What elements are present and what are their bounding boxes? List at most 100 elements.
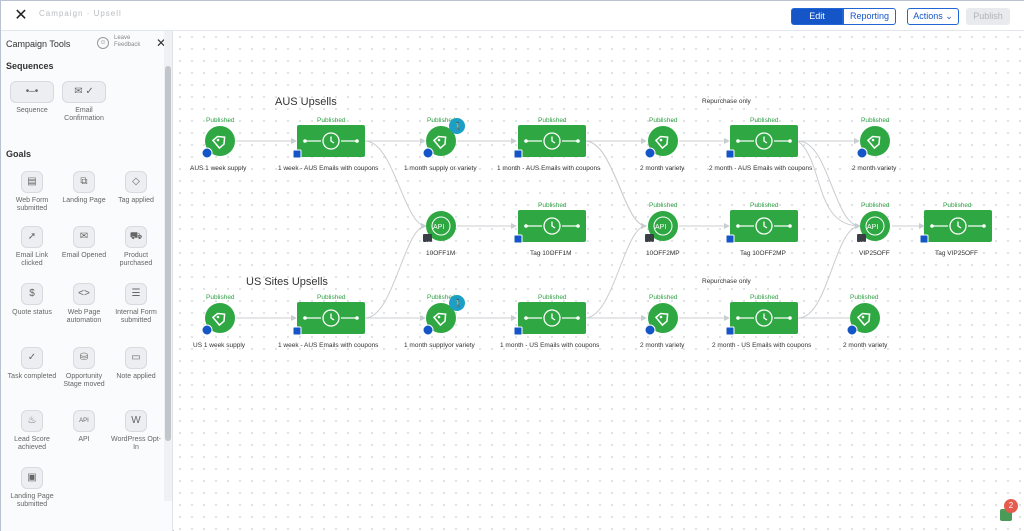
goal-quote-status[interactable]: $ Quote status [6, 283, 58, 317]
flow-diagram: AUS Upsells US Sites Upsells Repurchase … [190, 96, 993, 349]
goal-internal-form[interactable]: ☰ Internal Form submitted [110, 283, 162, 325]
dollar-icon: $ [21, 283, 43, 305]
goal-email-opened[interactable]: ✉ Email Opened [58, 226, 110, 260]
goal-tag-applied[interactable]: ◇ Tag applied [110, 171, 162, 205]
node-label: US 1 week supply [193, 342, 246, 349]
goal-wordpress-optin[interactable]: W WordPress Opt-In [110, 410, 162, 452]
node-api-2[interactable]: Published API API 10OFF2MP [644, 202, 680, 257]
svg-text:API: API [859, 240, 865, 245]
top-bar: ✕ Campaign · Upsell Edit Reporting Actio… [1, 1, 1024, 31]
landing-submit-icon: ▣ [21, 467, 43, 489]
published-status: Published [750, 202, 779, 209]
node-label: 2 month - AUS Emails with coupons [709, 165, 813, 172]
node-label: AUS 1 week supply [190, 165, 247, 172]
node-us-seq-3[interactable]: Published 2 month - US Emails with coupo… [712, 294, 812, 349]
code-icon: <> [73, 283, 95, 305]
sequences-heading: Sequences [6, 61, 54, 71]
notification-badge[interactable]: 2 [1004, 499, 1018, 513]
node-label: Tag 10OFF2MP [740, 250, 786, 257]
published-status: Published [861, 202, 890, 209]
goal-landing-page-submitted[interactable]: ▣ Landing Page submitted [6, 467, 58, 509]
node-aus-goal-3[interactable]: Published 2 month variety [640, 117, 685, 172]
node-aus-goal-2[interactable]: Published 🚶 1 month supply or variety [404, 117, 477, 172]
close-icon[interactable]: ✕ [13, 8, 29, 24]
campaign-canvas[interactable]: AUS Upsells US Sites Upsells Repurchase … [174, 31, 1024, 531]
edit-button[interactable]: Edit [791, 8, 843, 25]
node-aus-seq-1[interactable]: Published 1 week - AUS Emails with coupo… [278, 117, 379, 172]
tool-email-confirmation[interactable]: ✉ ✓ Email Confirmation [58, 81, 110, 123]
node-label: 2 month variety [640, 342, 685, 349]
sidebar-title: Campaign Tools [6, 39, 71, 49]
published-status: Published [538, 117, 567, 124]
campaign-title: Campaign · Upsell [39, 9, 122, 18]
wordpress-icon: W [125, 410, 147, 432]
goal-lead-score[interactable]: ♨ Lead Score achieved [6, 410, 58, 452]
actions-dropdown[interactable]: Actions ⌄ [907, 8, 959, 25]
goals-heading: Goals [6, 149, 32, 159]
published-status: Published [206, 294, 235, 301]
app-window: ✕ Campaign · Upsell Edit Reporting Actio… [0, 0, 1024, 531]
note-icon: ▭ [125, 347, 147, 369]
smiley-icon[interactable]: ☺ [97, 37, 109, 49]
svg-text:API: API [655, 224, 666, 231]
node-tag-seq-2[interactable]: Published Tag 10OFF2MP [725, 202, 799, 257]
node-api-3[interactable]: Published API API VIP25OFF [856, 202, 891, 257]
svg-text:🚶: 🚶 [453, 121, 463, 131]
group-label-aus: AUS Upsells [275, 96, 337, 108]
repurchase-label-us: Repurchase only [702, 278, 752, 285]
published-status: Published [538, 202, 567, 209]
tool-sequence[interactable]: •–• Sequence [6, 81, 58, 115]
node-us-goal-4[interactable]: Published 2 month variety [843, 294, 888, 349]
node-aus-goal-1[interactable]: Published AUS 1 week supply [190, 117, 247, 172]
node-us-seq-1[interactable]: Published 1 week - AUS Emails with coupo… [278, 294, 379, 349]
check-icon: ✓ [21, 347, 43, 369]
node-label: 1 week - AUS Emails with coupons [278, 342, 379, 349]
node-api-1[interactable]: API API 10OFF1M [422, 210, 457, 257]
landing-page-icon: ⧉ [73, 171, 95, 193]
node-label: 10OFF1M [426, 250, 455, 257]
goal-web-form[interactable]: ▤ Web Form submitted [6, 171, 58, 213]
node-label: 10OFF2MP [646, 250, 680, 257]
goal-landing-page[interactable]: ⧉ Landing Page [58, 171, 110, 205]
published-status: Published [850, 294, 879, 301]
node-aus-seq-3[interactable]: Published 2 month - AUS Emails with coup… [709, 117, 813, 172]
tag-icon: ◇ [125, 171, 147, 193]
envelope-icon: ✉ [73, 226, 95, 248]
sidebar-scrollbar-thumb[interactable] [165, 66, 171, 441]
published-status: Published [943, 202, 972, 209]
node-us-seq-2[interactable]: Published 1 month - US Emails with coupo… [500, 294, 600, 349]
node-tag-seq-1[interactable]: Published Tag 10OFF1M [513, 202, 587, 257]
node-us-goal-1[interactable]: Published US 1 week supply [193, 294, 246, 349]
node-label: 1 month - US Emails with coupons [500, 342, 600, 349]
goal-email-link-clicked[interactable]: ➚ Email Link clicked [6, 226, 58, 268]
node-label: 2 month - US Emails with coupons [712, 342, 812, 349]
goal-opportunity-stage[interactable]: ⛁ Opportunity Stage moved [58, 347, 110, 389]
goal-product-purchased[interactable]: ⛟ Product purchased [110, 226, 162, 268]
publish-button[interactable]: Publish [966, 8, 1010, 25]
goal-task-completed[interactable]: ✓ Task completed [6, 347, 58, 381]
cursor-icon: ➚ [21, 226, 43, 248]
flame-icon: ♨ [21, 410, 43, 432]
node-us-goal-3[interactable]: Published 2 month variety [640, 294, 685, 349]
leave-feedback-link[interactable]: Leave Feedback [114, 35, 152, 49]
published-status: Published [649, 117, 678, 124]
api-icon: API [73, 410, 95, 432]
published-status: Published [206, 117, 235, 124]
node-tag-seq-3[interactable]: Published Tag VIP25OFF [919, 202, 993, 257]
published-status: Published [317, 117, 346, 124]
node-aus-seq-2[interactable]: Published 1 month - AUS Emails with coup… [497, 117, 601, 172]
node-aus-goal-4[interactable]: Published 2 month variety [852, 117, 897, 172]
svg-text:API: API [647, 240, 653, 245]
published-status: Published [317, 294, 346, 301]
node-us-goal-2[interactable]: Published 🚶 1 month supplyor variety [404, 294, 476, 349]
published-status: Published [649, 294, 678, 301]
goal-web-page-automation[interactable]: <> Web Page automation [58, 283, 110, 325]
node-label: VIP25OFF [859, 250, 890, 257]
goal-api[interactable]: API API [58, 410, 110, 444]
reporting-button[interactable]: Reporting [843, 8, 896, 25]
node-label: 1 month - AUS Emails with coupons [497, 165, 601, 172]
node-label: 2 month variety [843, 342, 888, 349]
goal-note-applied[interactable]: ▭ Note applied [110, 347, 162, 381]
stage-icon: ⛁ [73, 347, 95, 369]
svg-text:API: API [433, 224, 444, 231]
